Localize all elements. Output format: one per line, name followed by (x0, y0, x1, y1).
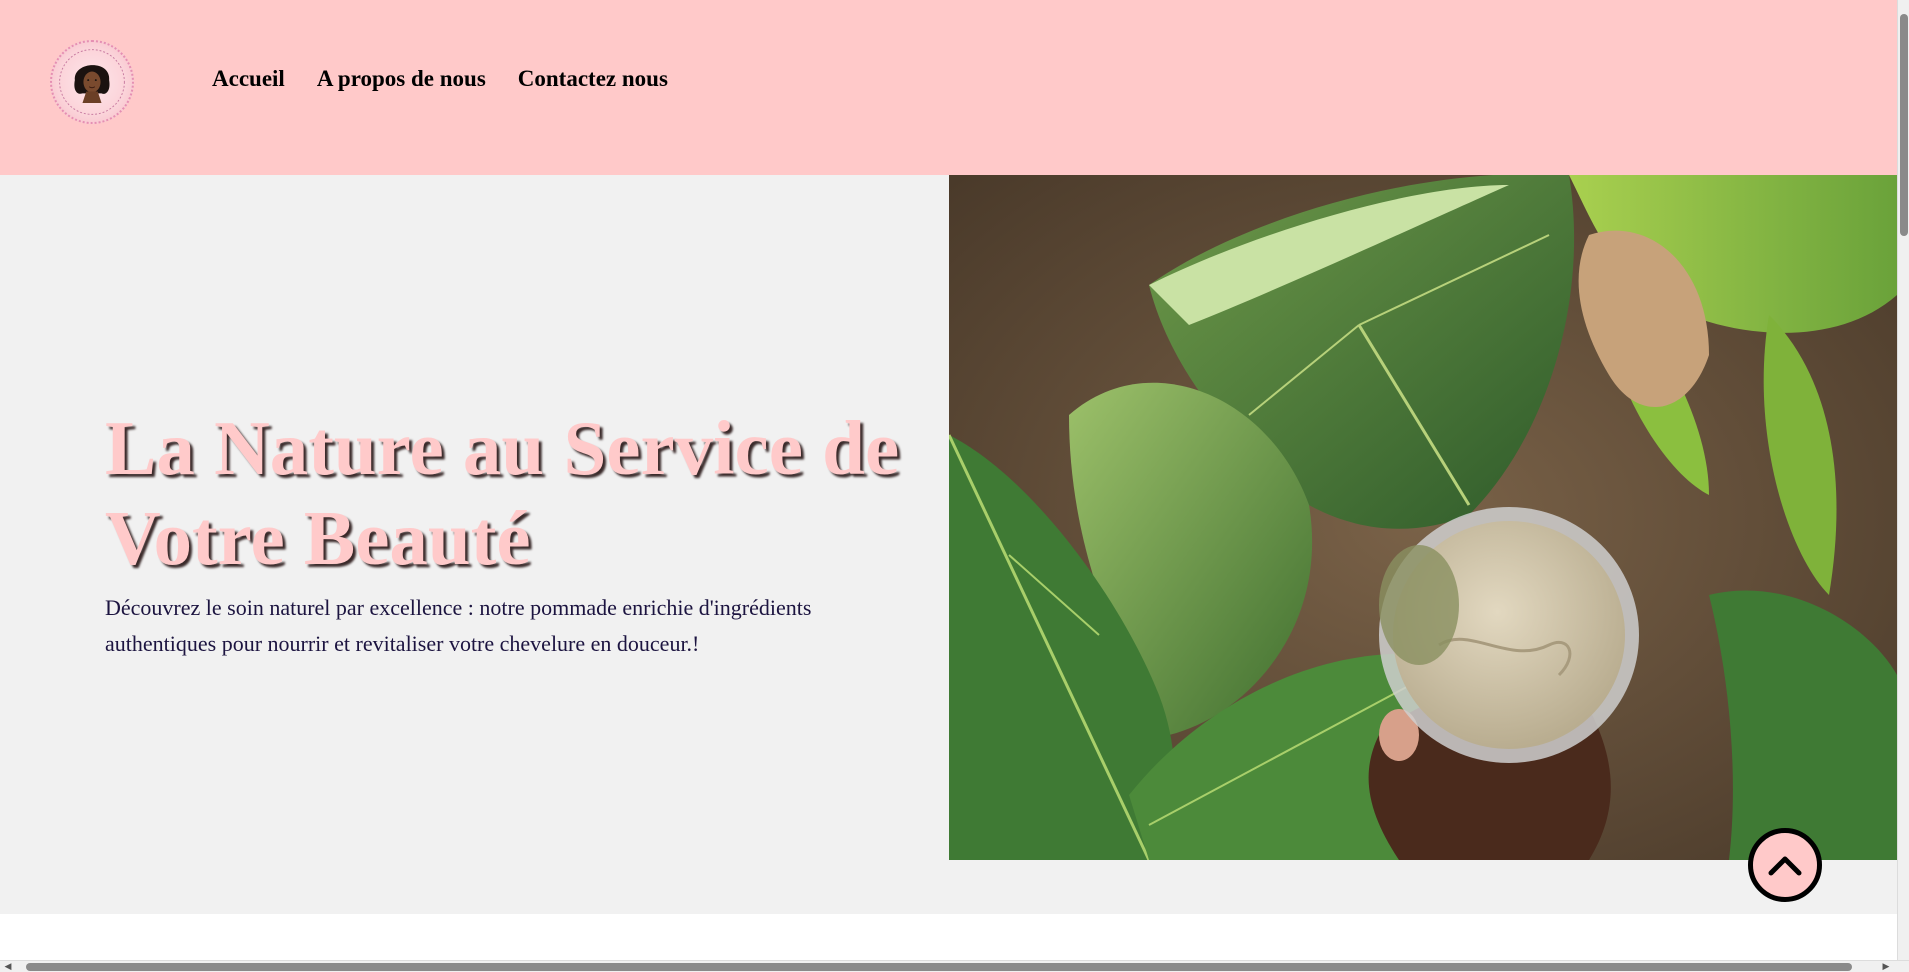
vertical-scrollbar[interactable] (1897, 0, 1909, 960)
logo-woman-portrait-icon[interactable] (50, 40, 134, 124)
hero-description: Découvrez le soin naturel par excellence… (105, 595, 812, 656)
hero-section: La Nature au Service de Votre Beauté Déc… (0, 175, 1897, 914)
chevron-up-icon (1768, 856, 1802, 876)
nav-link-accueil[interactable]: Accueil (212, 66, 285, 92)
back-to-top-button[interactable] (1748, 828, 1822, 902)
hero-image-graphic (949, 175, 1897, 860)
horizontal-scrollbar[interactable]: ◀ ▶ (0, 960, 1909, 972)
hero-title: La Nature au Service de Votre Beauté (105, 405, 900, 581)
main-nav: Accueil A propos de nous Contactez nous (212, 66, 668, 92)
scroll-right-arrow-icon[interactable]: ▶ (1880, 962, 1892, 972)
site-header: Accueil A propos de nous Contactez nous (0, 0, 1897, 175)
logo-graphic (59, 49, 125, 115)
nav-link-a-propos[interactable]: A propos de nous (317, 66, 486, 92)
hero-product-image (949, 175, 1897, 860)
scroll-left-arrow-icon[interactable]: ◀ (2, 962, 14, 972)
page: Accueil A propos de nous Contactez nous … (0, 0, 1909, 972)
vertical-scrollbar-thumb[interactable] (1900, 14, 1908, 236)
nav-link-contact[interactable]: Contactez nous (518, 66, 668, 92)
horizontal-scrollbar-thumb[interactable] (26, 963, 1852, 971)
